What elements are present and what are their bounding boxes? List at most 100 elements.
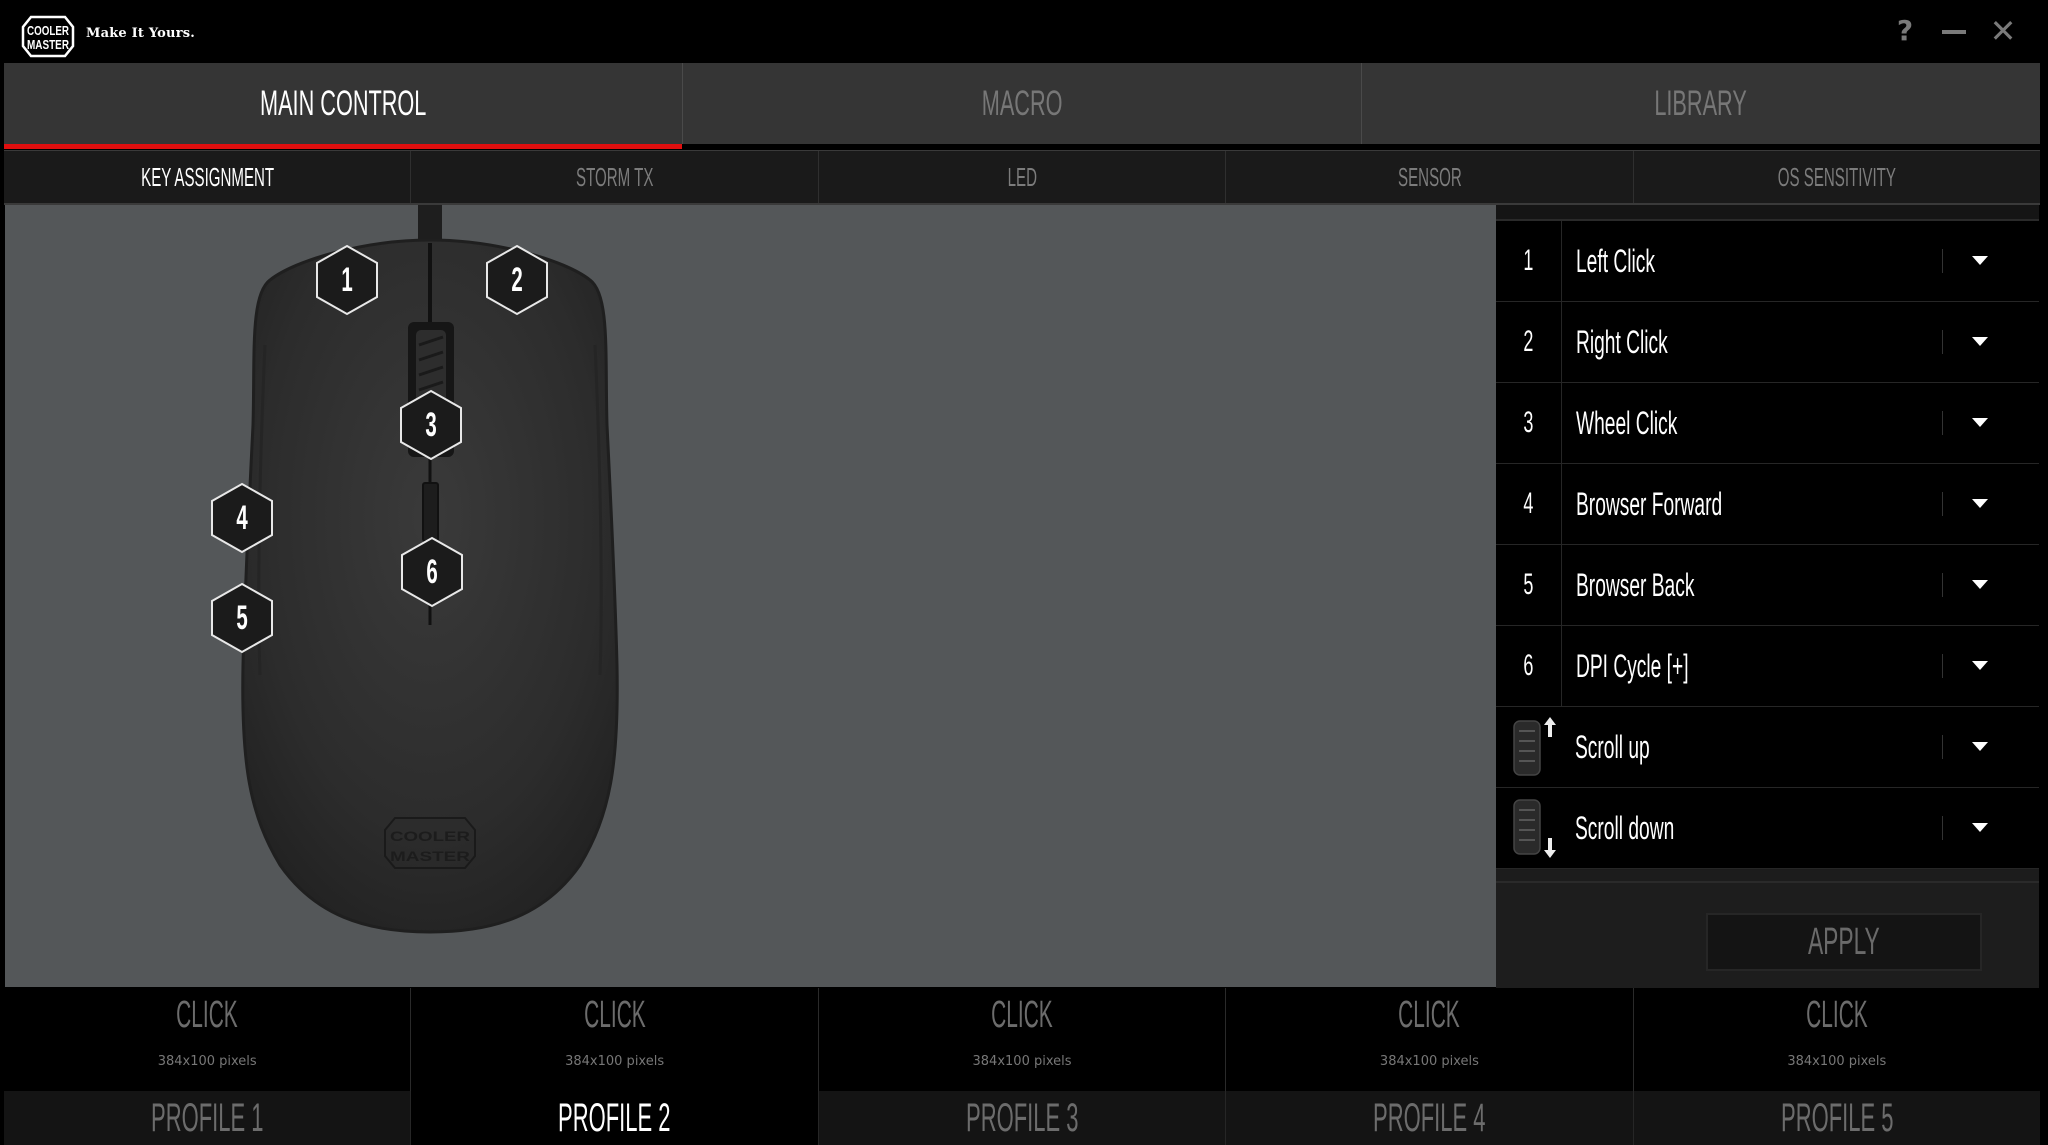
button-badge-6[interactable]: 6 (400, 536, 464, 608)
assignment-row-5[interactable]: 5 Browser Back (1496, 545, 2039, 626)
subtab-label: SENSOR (1397, 161, 1462, 192)
key-number-cell: 5 (1496, 545, 1562, 625)
badge-number: 2 (511, 261, 523, 299)
action-label: Browser Back (1576, 566, 1695, 603)
dropdown-arrow-icon[interactable] (1961, 573, 1997, 597)
assignment-row-1[interactable]: 1 Left Click (1496, 221, 2039, 302)
key-number: 2 (1523, 325, 1534, 358)
divider (1942, 411, 1943, 435)
card-title-text: CLICK (176, 994, 238, 1036)
profile-tabs: PROFILE 1 PROFILE 2 PROFILE 3 PROFILE 4 … (4, 1091, 2041, 1145)
profile-card-5[interactable]: CLICK 384x100 pixels (1634, 988, 2040, 1091)
card-title-text: CLICK (1398, 994, 1461, 1036)
profile-card-1[interactable]: CLICK 384x100 pixels (4, 988, 412, 1091)
tab-label: MACRO (981, 83, 1063, 123)
badge-number: 1 (341, 261, 353, 299)
assignment-row-4[interactable]: 4 Browser Forward (1496, 464, 2039, 545)
subtab-label: STORM TX (575, 161, 654, 192)
subtab-label: LED (1007, 161, 1037, 192)
subtab-storm-tx[interactable]: STORM TX (411, 151, 819, 203)
subtab-sensor[interactable]: SENSOR (1226, 151, 1634, 203)
card-title: CLICK (819, 994, 1225, 1037)
mouse-preview-area: COOLER MASTER 1 2 3 4 5 6 (5, 205, 1496, 987)
card-subtitle: 384x100 pixels (157, 1054, 257, 1069)
profile-cards: CLICK 384x100 pixels CLICK 384x100 pixel… (4, 988, 2040, 1091)
badge-number: 5 (236, 599, 248, 637)
assignment-row-scroll-down[interactable]: Scroll down (1496, 788, 2039, 869)
profile-label: PROFILE 3 (965, 1095, 1079, 1140)
assignment-row-6[interactable]: 6 DPI Cycle [+] (1496, 626, 2039, 707)
card-title: CLICK (4, 994, 410, 1037)
profile-card-4[interactable]: CLICK 384x100 pixels (1226, 988, 1634, 1091)
assignment-row-2[interactable]: 2 Right Click (1496, 302, 2039, 383)
profile-tab-5[interactable]: PROFILE 5 (1633, 1091, 2041, 1145)
profile-tab-1[interactable]: PROFILE 1 (4, 1091, 412, 1145)
subtab-key-assignment[interactable]: KEY ASSIGNMENT (4, 151, 412, 203)
profile-tab-4[interactable]: PROFILE 4 (1226, 1091, 1634, 1145)
svg-text:MASTER: MASTER (27, 37, 69, 52)
tagline: Make It Yours. (86, 26, 195, 41)
subtab-os-sensitivity[interactable]: OS SENSITIVITY (1634, 151, 2040, 203)
cooler-master-logo: COOLER MASTER (21, 15, 75, 58)
action-label: Scroll down (1575, 809, 1675, 846)
apply-footer: APPLY (1496, 881, 2039, 989)
profile-tab-2[interactable]: PROFILE 2 (411, 1091, 819, 1145)
button-badge-2[interactable]: 2 (485, 244, 549, 316)
profile-card-3[interactable]: CLICK 384x100 pixels (819, 988, 1227, 1091)
panel-header-strip (1496, 205, 2039, 221)
divider (1942, 735, 1943, 759)
dropdown-arrow-icon[interactable] (1961, 816, 1997, 840)
button-badge-1[interactable]: 1 (315, 244, 379, 316)
dropdown-arrow-icon[interactable] (1961, 492, 1997, 516)
assignment-row-scroll-up[interactable]: Scroll up (1496, 707, 2039, 788)
subtab-label: OS SENSITIVITY (1777, 161, 1896, 192)
scroll-up-icon (1513, 717, 1556, 776)
action-label: Wheel Click (1576, 404, 1678, 441)
profile-label: PROFILE 1 (150, 1095, 264, 1140)
key-number: 4 (1523, 487, 1534, 520)
divider (1942, 249, 1943, 273)
apply-button[interactable]: APPLY (1706, 913, 1982, 971)
card-subtitle: 384x100 pixels (1379, 1054, 1479, 1069)
card-title: CLICK (1226, 994, 1632, 1037)
badge-number: 3 (425, 406, 437, 444)
tab-main-control[interactable]: MAIN CONTROL (4, 63, 683, 149)
button-badge-3[interactable]: 3 (399, 389, 463, 461)
profile-card-2[interactable]: CLICK 384x100 pixels (411, 988, 819, 1091)
profile-label: PROFILE 2 (558, 1095, 671, 1140)
scroll-down-icon (1513, 799, 1556, 858)
action-label: Scroll up (1575, 728, 1650, 765)
card-title: CLICK (1634, 994, 2040, 1037)
action-label: Browser Forward (1576, 485, 1723, 522)
dropdown-arrow-icon[interactable] (1961, 330, 1997, 354)
key-number: 5 (1523, 568, 1534, 601)
dropdown-arrow-icon[interactable] (1961, 249, 1997, 273)
subtab-led[interactable]: LED (819, 151, 1227, 203)
subtab-label: KEY ASSIGNMENT (140, 161, 274, 192)
button-badge-4[interactable]: 4 (210, 482, 274, 554)
divider (1942, 816, 1943, 840)
dropdown-arrow-icon[interactable] (1961, 654, 1997, 678)
dropdown-arrow-icon[interactable] (1961, 411, 1997, 435)
divider (1942, 330, 1943, 354)
card-title: CLICK (411, 994, 817, 1037)
dropdown-arrow-icon[interactable] (1961, 735, 1997, 759)
profile-label: PROFILE 4 (1373, 1095, 1486, 1140)
button-badge-5[interactable]: 5 (210, 582, 274, 654)
tab-macro[interactable]: MACRO (683, 63, 1362, 144)
action-label: DPI Cycle [+] (1576, 647, 1689, 684)
profile-tab-3[interactable]: PROFILE 3 (818, 1091, 1227, 1145)
card-title-text: CLICK (1806, 994, 1868, 1036)
sub-tabs: KEY ASSIGNMENT STORM TX LED SENSOR OS SE… (4, 150, 2040, 205)
key-number: 1 (1523, 244, 1534, 277)
minimize-button[interactable] (1937, 14, 1971, 48)
close-button[interactable]: ✕ (1986, 14, 2020, 48)
key-number-cell: 4 (1496, 464, 1562, 544)
assignment-row-3[interactable]: 3 Wheel Click (1496, 383, 2039, 464)
apply-label: APPLY (1808, 920, 1880, 963)
help-button[interactable]: ? (1888, 14, 1922, 48)
card-subtitle: 384x100 pixels (972, 1054, 1072, 1069)
key-icon-cell (1496, 788, 1561, 868)
tab-library[interactable]: LIBRARY (1362, 63, 2040, 144)
divider (1942, 573, 1943, 597)
